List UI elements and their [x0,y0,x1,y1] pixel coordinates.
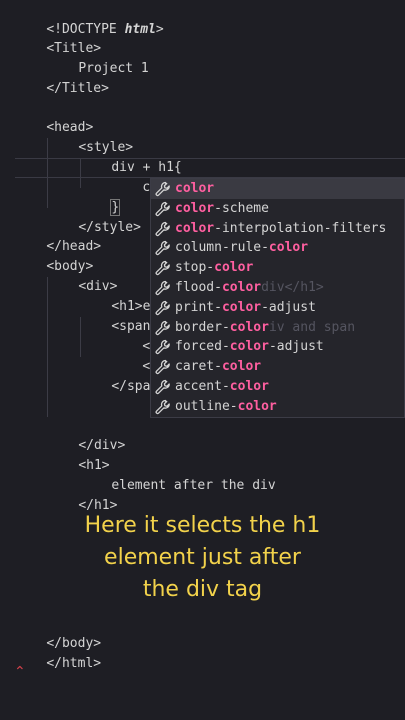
suggestion-item[interactable]: print-color-adjust [151,298,404,318]
code-line-html-close: </html> [15,634,101,671]
wrench-icon [155,339,171,355]
h1-text: element after the div [111,478,276,493]
code-line-style-open: <style> [47,118,133,155]
current-line-highlight [15,158,405,178]
suggestion-prefix: caret- [175,359,222,375]
suggestion-item[interactable]: caret-color [151,357,404,377]
autocomplete-suggestions[interactable]: color color-scheme color-interpolation-fil… [150,178,405,418]
suggestion-prefix: accent- [175,378,230,394]
code-line-style-close: </style> [47,198,141,235]
suggestion-item[interactable]: color-interpolation-filters [151,219,404,239]
wrench-icon [155,320,171,336]
wrench-icon [155,181,171,197]
code-line-span-open: <span> [80,297,158,334]
caption-line-3: the div tag [142,577,263,602]
suggestion-match: color [229,378,269,394]
suggestion-item[interactable]: color-scheme [151,199,404,219]
wrench-icon [155,260,171,276]
code-line-div-close: </div> [47,416,125,453]
code-line-title-open: <Title> [15,19,101,56]
caption-line-1: Here it selects the h1 [84,513,321,538]
suggestion-prefix: flood- [175,279,222,295]
code-line-h1-text-2: element after the div [80,456,275,493]
code-line-body-open: <body> [15,237,93,274]
suggestion-prefix: print- [175,299,222,315]
wrench-icon [155,221,171,237]
suggestion-suffix: -adjust [261,299,316,315]
suggestion-suffix: -adjust [268,339,324,355]
suggestion-prefix: column-rule- [175,240,269,256]
suggestion-item[interactable]: border-coloriv and span [151,318,404,338]
fold-caret-icon: ⌃ [14,664,26,680]
wrench-icon [155,300,171,316]
code-line-doctype: <!DOCTYPE html> [15,0,163,37]
wrench-icon [155,399,171,415]
suggestion-match: color [268,240,309,256]
suggestion-match: color [221,359,262,375]
code-line-body-close: </body> [15,614,101,651]
suggestion-item[interactable]: column-rule-color [151,238,404,258]
wrench-icon [155,201,171,217]
wrench-icon [155,240,171,256]
suggestion-match: color [221,299,262,315]
doctype-close: > [155,22,164,37]
code-line-title-text: Project 1 [47,39,148,76]
suggestion-item[interactable]: stop-color [151,258,404,278]
suggestion-prefix: outline- [175,398,238,414]
suggestion-match: color [229,339,269,355]
suggestion-suffix: -interpolation-filters [214,220,387,236]
suggestion-prefix: forced- [175,339,230,355]
suggestion-match: color [175,220,215,236]
code-line-div-open: <div> [47,257,117,294]
suggestion-prefix: stop- [175,260,215,276]
caption-line-2: element just after [104,545,301,570]
suggestion-prefix: border- [175,319,230,335]
suggestion-match: color [237,398,277,414]
ghost-code-text: div</h1> [261,279,324,295]
code-line-head-close: </head> [15,217,101,254]
code-line-selector: div + h1{ [80,138,181,175]
suggestion-item[interactable]: accent-color [151,377,404,397]
suggestion-match: color [175,200,215,216]
doctype-keyword: html [124,22,156,37]
suggestion-item[interactable]: forced-color-adjust [151,337,404,357]
suggestion-item[interactable]: flood-colordiv</h1> [151,278,404,298]
suggestion-item[interactable]: color [151,179,404,199]
code-line-title-close: </Title> [15,59,109,96]
code-line-h1-close-2: </h1> [47,476,117,513]
code-line-head-open: <head> [15,98,93,135]
code-line-brace: } [80,178,121,216]
suggestion-suffix: -scheme [214,200,269,216]
suggestion-match: color [214,260,254,276]
code-editor[interactable]: <!DOCTYPE html> <Title> Project 1 </Titl… [0,0,405,720]
suggestion-match: color [221,279,262,295]
suggestion-match: color [229,319,269,335]
title-close-tag: </Title> [46,81,109,96]
wrench-icon [155,359,171,375]
wrench-icon [155,379,171,395]
wrench-icon [155,280,171,296]
html-close-tag: </html> [46,656,102,671]
ghost-code-text: iv and span [268,319,356,335]
code-line-property: color [111,158,183,196]
suggestion-item[interactable]: outline-color [151,397,404,417]
suggestion-match: color [175,181,215,196]
code-line-h1-open-2: <h1> [47,436,109,473]
